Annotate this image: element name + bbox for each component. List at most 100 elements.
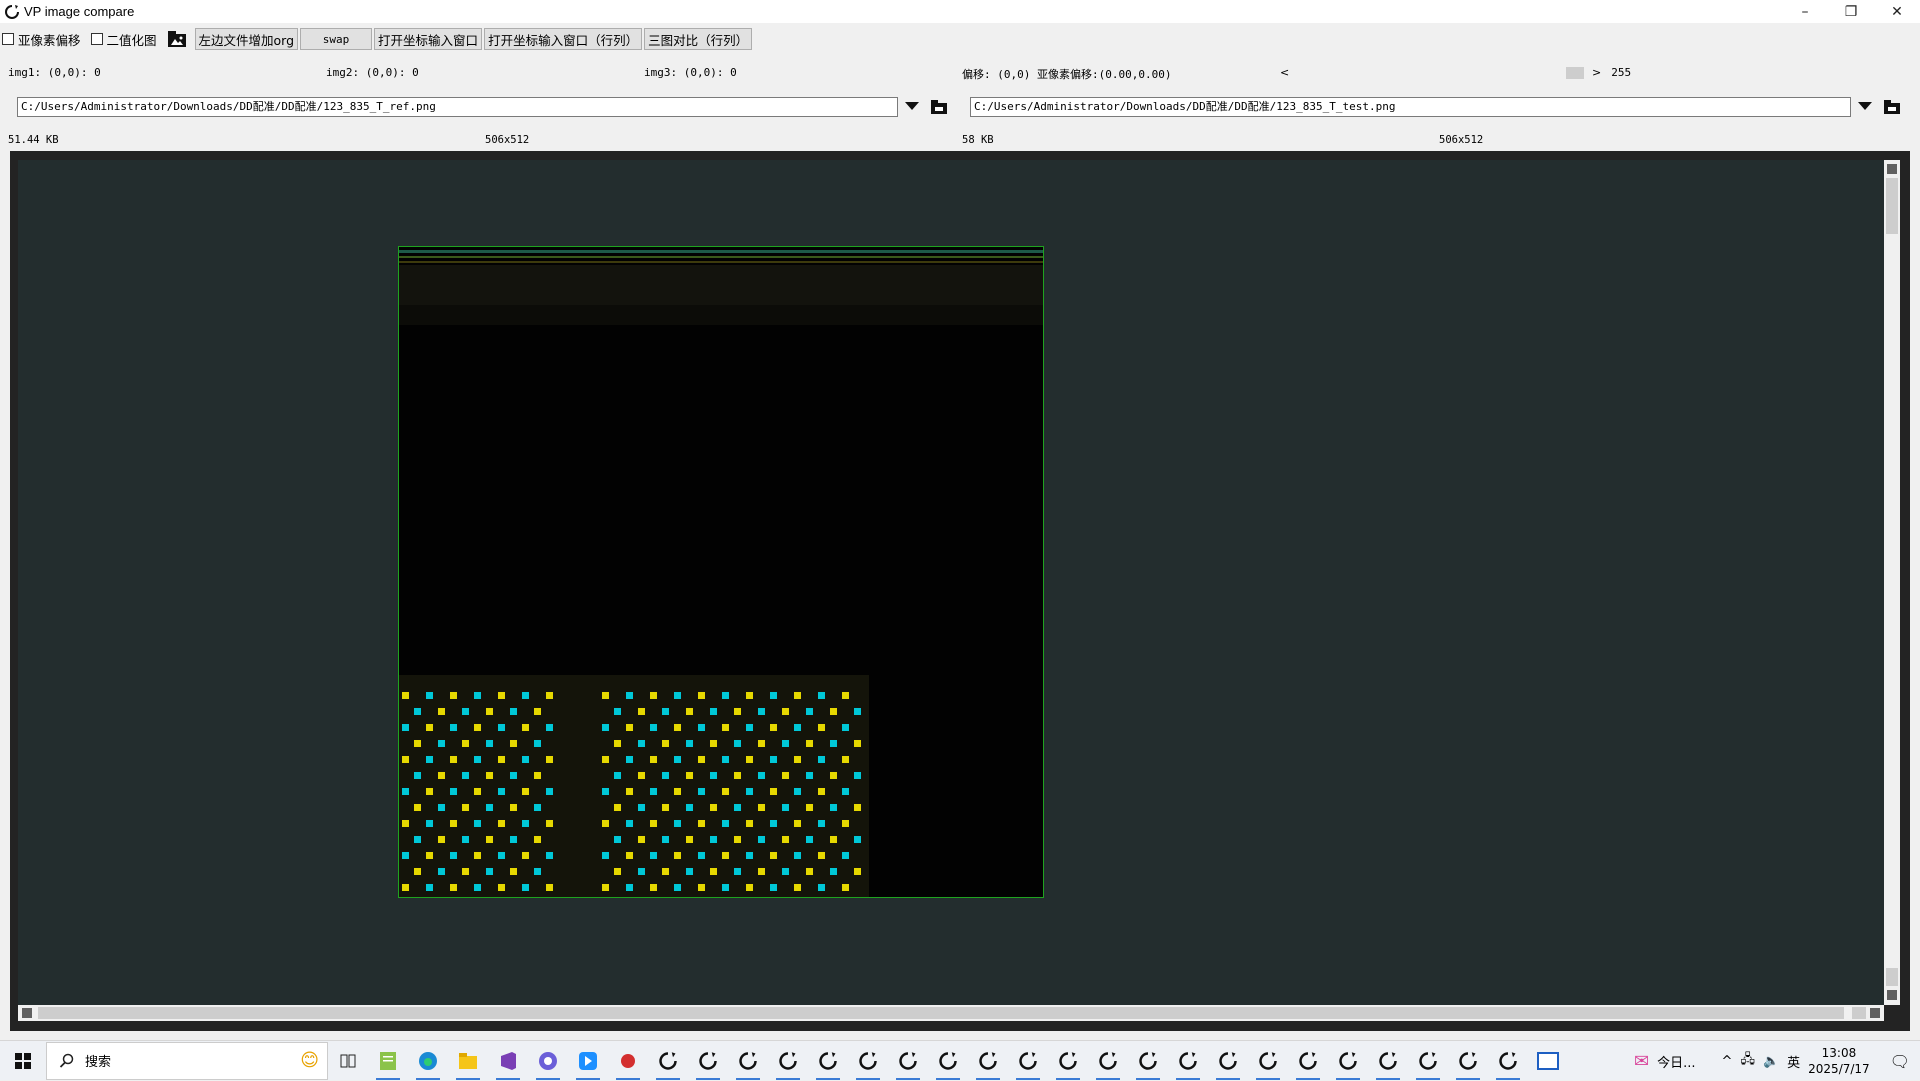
image-dot xyxy=(734,868,741,875)
image-dot xyxy=(438,708,445,715)
compare-image-graphic xyxy=(399,247,1043,897)
image-dot xyxy=(794,692,801,699)
vp-compare-app-icon[interactable] xyxy=(928,1041,968,1081)
image-dot xyxy=(698,820,705,827)
vertical-scrollbar[interactable] xyxy=(1884,160,1900,1005)
vp-compare-app-icon[interactable] xyxy=(768,1041,808,1081)
slider-right-button[interactable]: > xyxy=(1592,66,1601,79)
visual-studio-icon[interactable] xyxy=(488,1041,528,1081)
notification-icon[interactable]: 🗨 xyxy=(1890,1052,1910,1071)
binarize-checkbox[interactable]: 二值化图 xyxy=(90,30,157,49)
close-button[interactable]: ✕ xyxy=(1874,0,1920,23)
image-dot xyxy=(818,852,825,859)
slider-thumb[interactable] xyxy=(1566,66,1584,79)
vp-compare-app-icon[interactable] xyxy=(1368,1041,1408,1081)
checkbox-box[interactable] xyxy=(90,33,103,45)
search-icon xyxy=(59,1053,74,1068)
scroll-left-arrow-icon[interactable] xyxy=(22,1008,32,1018)
vp-compare-app-icon[interactable] xyxy=(1248,1041,1288,1081)
image-dot xyxy=(626,884,633,891)
clock[interactable]: 13:08 2025/7/17 xyxy=(1808,1045,1870,1077)
vp-compare-app-icon[interactable] xyxy=(1448,1041,1488,1081)
ime-indicator[interactable]: 英 xyxy=(1787,1052,1800,1071)
image-dot xyxy=(486,708,493,715)
vp-compare-app-icon[interactable] xyxy=(1048,1041,1088,1081)
vertical-scroll-thumb[interactable] xyxy=(1886,178,1898,234)
restore-button[interactable]: ❐ xyxy=(1828,0,1874,23)
browser-app-icon[interactable] xyxy=(528,1041,568,1081)
vp-compare-app-icon[interactable] xyxy=(1328,1041,1368,1081)
news-widget-icon[interactable]: ✉ xyxy=(1634,1051,1649,1072)
minimize-button[interactable]: – xyxy=(1782,0,1828,23)
start-button[interactable] xyxy=(0,1041,46,1081)
image-dot xyxy=(426,724,433,731)
image-dot xyxy=(614,868,621,875)
horizontal-scroll-end-thumb[interactable] xyxy=(1852,1007,1866,1019)
task-view-icon[interactable] xyxy=(328,1041,368,1081)
image-dot xyxy=(498,788,505,795)
image-dot xyxy=(794,820,801,827)
image-dot xyxy=(650,820,657,827)
taskbar-search[interactable]: 搜索 😊 xyxy=(46,1041,328,1080)
scroll-right-arrow-icon[interactable] xyxy=(1870,1008,1880,1018)
vp-compare-app-icon[interactable] xyxy=(1008,1041,1048,1081)
volume-icon[interactable]: 🔈 xyxy=(1763,1054,1779,1069)
file-explorer-icon[interactable] xyxy=(448,1041,488,1081)
right-path-dropdown-icon[interactable] xyxy=(1858,102,1872,110)
edge-browser-icon[interactable] xyxy=(408,1041,448,1081)
network-icon[interactable]: 🖧 xyxy=(1740,1050,1755,1072)
vp-compare-app-icon[interactable] xyxy=(808,1041,848,1081)
three-compare-button[interactable]: 三图对比（行列） xyxy=(644,28,753,50)
vp-compare-app-icon[interactable] xyxy=(648,1041,688,1081)
image-dot xyxy=(546,724,553,731)
vp-compare-app-icon[interactable] xyxy=(968,1041,1008,1081)
left-file-size: 51.44 KB xyxy=(8,134,59,146)
vp-compare-app-icon[interactable] xyxy=(1488,1041,1528,1081)
swap-button[interactable]: swap xyxy=(300,28,373,50)
right-path-input[interactable]: C:/Users/Administrator/Downloads/DD配准/DD… xyxy=(970,97,1851,117)
image-dot xyxy=(498,820,505,827)
red-app-icon[interactable] xyxy=(608,1041,648,1081)
image-dot xyxy=(450,724,457,731)
image-dot xyxy=(782,868,789,875)
threshold-slider[interactable]: < > 255 xyxy=(1280,66,1631,79)
left-open-folder-icon[interactable] xyxy=(930,99,948,115)
news-widget-text[interactable]: 今日... xyxy=(1657,1052,1695,1071)
checkbox-box[interactable] xyxy=(2,33,14,45)
vp-compare-app-icon[interactable] xyxy=(888,1041,928,1081)
image-dot xyxy=(830,740,837,747)
vp-compare-app-icon[interactable] xyxy=(1288,1041,1328,1081)
slider-track[interactable] xyxy=(1294,66,1584,79)
blue-app-icon[interactable] xyxy=(568,1041,608,1081)
slider-left-button[interactable]: < xyxy=(1280,66,1294,79)
image-dot xyxy=(734,772,741,779)
right-open-folder-icon[interactable] xyxy=(1883,99,1901,115)
notepad-app-icon[interactable] xyxy=(368,1041,408,1081)
image-dot xyxy=(770,820,777,827)
scroll-up-arrow-icon[interactable] xyxy=(1887,164,1897,174)
vp-compare-app-icon[interactable] xyxy=(1088,1041,1128,1081)
vertical-scroll-lower-thumb[interactable] xyxy=(1886,968,1898,986)
vp-compare-app-icon[interactable] xyxy=(1408,1041,1448,1081)
vp-compare-app-icon[interactable] xyxy=(1128,1041,1168,1081)
vp-compare-app-icon[interactable] xyxy=(848,1041,888,1081)
image-dot xyxy=(522,756,529,763)
left-path-input[interactable]: C:/Users/Administrator/Downloads/DD配准/DD… xyxy=(17,97,898,117)
horizontal-scrollbar[interactable] xyxy=(18,1005,1884,1021)
compare-image[interactable] xyxy=(398,246,1044,898)
open-coord-rowcol-button[interactable]: 打开坐标输入窗口（行列） xyxy=(484,28,643,50)
vp-compare-app-icon[interactable] xyxy=(728,1041,768,1081)
horizontal-scroll-thumb[interactable] xyxy=(38,1007,1844,1019)
scroll-down-arrow-icon[interactable] xyxy=(1887,990,1897,1000)
vp-compare-app-icon[interactable] xyxy=(1208,1041,1248,1081)
vp-compare-app-icon[interactable] xyxy=(1168,1041,1208,1081)
tray-expand-icon[interactable]: ^ xyxy=(1722,1054,1733,1069)
window-app-icon[interactable] xyxy=(1528,1041,1568,1081)
open-coord-button[interactable]: 打开坐标输入窗口 xyxy=(374,28,483,50)
image-dot xyxy=(842,756,849,763)
vp-compare-app-icon[interactable] xyxy=(688,1041,728,1081)
subpixel-checkbox[interactable]: 亚像素偏移 xyxy=(2,30,81,49)
left-path-dropdown-icon[interactable] xyxy=(905,102,919,110)
add-org-button[interactable]: 左边文件增加org xyxy=(194,28,299,50)
image-folder-icon[interactable] xyxy=(165,28,189,50)
